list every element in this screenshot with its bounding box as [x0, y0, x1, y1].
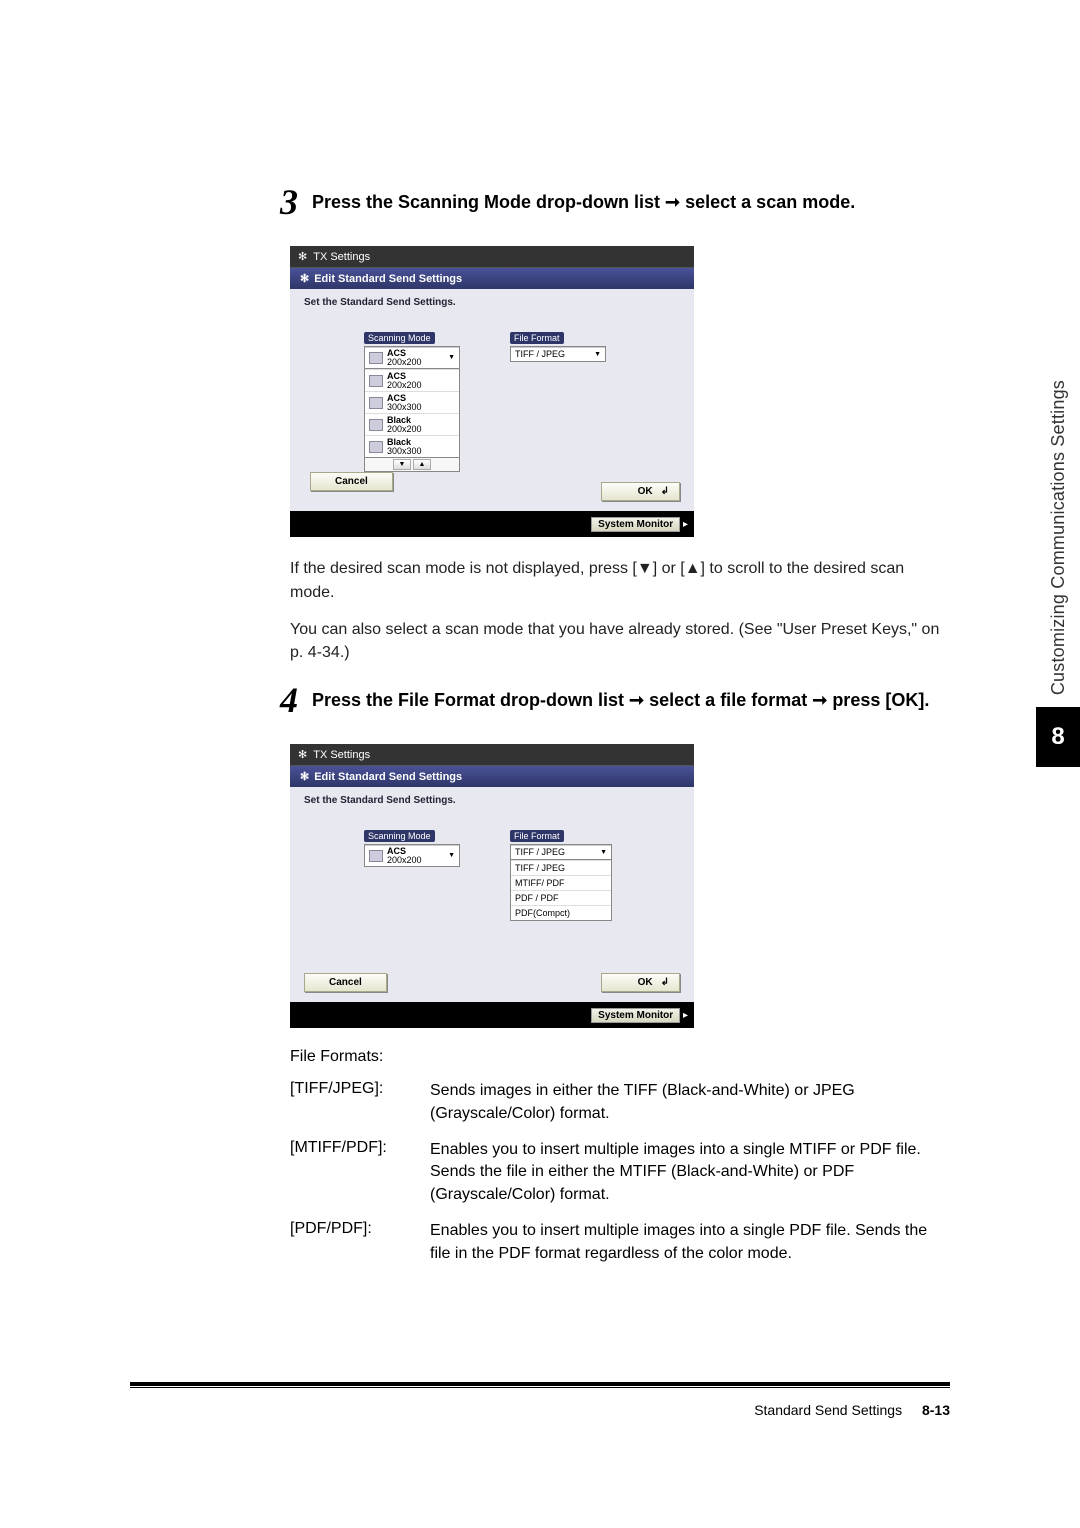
step4-text-c: press [OK]. [827, 690, 929, 710]
arrow-icon: ➞ [629, 690, 644, 710]
scanning-mode-dropdown[interactable]: Scanning Mode ACS200x200 ▼ ACS200x200 ACS… [364, 328, 460, 472]
window-title: TX Settings [313, 749, 370, 761]
system-monitor-button[interactable]: System Monitor [591, 1008, 680, 1023]
scan-selected: ACS200x200 [387, 847, 422, 864]
format-desc: Sends images in either the TIFF (Black-a… [430, 1080, 950, 1125]
page-footer: Standard Send Settings 8-13 [130, 1382, 950, 1418]
file-format-dropdown[interactable]: File Format TIFF / JPEG ▼ [510, 328, 606, 362]
cancel-button[interactable]: Cancel [310, 472, 393, 491]
step3-text-a: Press the Scanning Mode drop-down list [312, 192, 665, 212]
step3-note-2: You can also select a scan mode that you… [290, 618, 950, 664]
chevron-down-icon: ▼ [448, 852, 455, 859]
scanning-mode-label: Scanning Mode [364, 830, 435, 842]
scan-option[interactable]: ACS200x200 [365, 369, 459, 391]
scan-option[interactable]: ACS300x300 [365, 391, 459, 413]
step4-heading: Press the File Format drop-down list ➞ s… [312, 688, 929, 713]
scan-option[interactable]: Black200x200 [365, 413, 459, 435]
gear-icon: ✻ [300, 771, 309, 783]
footer-section: Standard Send Settings [754, 1402, 902, 1418]
scanning-mode-label: Scanning Mode [364, 332, 435, 344]
ok-button[interactable]: OK↲ [601, 482, 680, 501]
return-icon: ↲ [661, 486, 669, 497]
scroll-buttons[interactable]: ▼ ▲ [364, 458, 460, 472]
window-titlebar: ✻ TX Settings [290, 744, 694, 766]
return-icon: ↲ [661, 977, 669, 988]
scan-selected: ACS200x200 [387, 349, 422, 366]
step-number-4: 4 [280, 682, 298, 718]
chevron-down-icon[interactable]: ▼ [393, 459, 411, 470]
file-option[interactable]: PDF / PDF [511, 890, 611, 905]
chapter-label: Customizing Communications Settings [1048, 380, 1069, 695]
format-desc: Enables you to insert multiple images in… [430, 1139, 950, 1206]
file-selected: TIFF / JPEG [515, 349, 565, 359]
screenshot-file-format: ✻ TX Settings ✻Edit Standard Send Setting… [290, 744, 694, 1028]
chevron-up-icon[interactable]: ▲ [413, 459, 431, 470]
chapter-number: 8 [1036, 707, 1080, 767]
chapter-tab: Customizing Communications Settings 8 [1036, 380, 1080, 767]
file-format-label: File Format [510, 830, 564, 842]
window-titlebar: ✻ TX Settings [290, 246, 694, 268]
chevron-down-icon: ▼ [448, 354, 455, 361]
arrow-icon: ➞ [665, 192, 680, 212]
dialog-header: ✻Edit Standard Send Settings [290, 268, 694, 289]
format-label: [TIFF/JPEG]: [290, 1080, 430, 1125]
step3-heading: Press the Scanning Mode drop-down list ➞… [312, 190, 855, 215]
file-format-dropdown[interactable]: File Format TIFF / JPEG ▼ TIFF / JPEG MTI… [510, 826, 612, 921]
step4-text-b: select a file format [644, 690, 812, 710]
format-label: [PDF/PDF]: [290, 1220, 430, 1265]
file-formats-table: [TIFF/JPEG]: Sends images in either the … [290, 1080, 950, 1265]
format-desc: Enables you to insert multiple images in… [430, 1220, 950, 1265]
step-number-3: 3 [280, 184, 298, 220]
mode-thumb-icon [369, 419, 383, 431]
file-list[interactable]: TIFF / JPEG MTIFF/ PDF PDF / PDF PDF(Com… [510, 860, 612, 921]
arrow-icon: ➞ [812, 690, 827, 710]
file-selected: TIFF / JPEG [515, 847, 565, 857]
scan-list[interactable]: ACS200x200 ACS300x300 Black200x200 Black… [364, 369, 460, 458]
chevron-down-icon: ▼ [594, 351, 601, 358]
gear-icon: ✻ [300, 273, 309, 285]
scanning-mode-dropdown[interactable]: Scanning Mode ACS200x200 ▼ [364, 826, 460, 867]
mode-thumb-icon [369, 352, 383, 364]
dialog-instruction: Set the Standard Send Settings. [304, 297, 680, 308]
mode-thumb-icon [369, 441, 383, 453]
page-number: 8-13 [922, 1402, 950, 1418]
ok-button[interactable]: OK↲ [601, 973, 680, 992]
format-label: [MTIFF/PDF]: [290, 1139, 430, 1206]
mode-thumb-icon [369, 850, 383, 862]
dialog-instruction: Set the Standard Send Settings. [304, 795, 680, 806]
mode-thumb-icon [369, 397, 383, 409]
file-option[interactable]: PDF(Compct) [511, 905, 611, 920]
gear-icon: ✻ [298, 748, 307, 761]
scan-option[interactable]: Black300x300 [365, 435, 459, 457]
step3-note-1: If the desired scan mode is not displaye… [290, 557, 950, 603]
step3-text-b: select a scan mode. [680, 192, 855, 212]
file-format-label: File Format [510, 332, 564, 344]
chevron-down-icon: ▼ [600, 849, 607, 856]
gear-icon: ✻ [298, 250, 307, 263]
system-monitor-button[interactable]: System Monitor [591, 517, 680, 532]
dialog-header: ✻Edit Standard Send Settings [290, 766, 694, 787]
window-title: TX Settings [313, 251, 370, 263]
screenshot-scanning-mode: ✻ TX Settings ✻Edit Standard Send Setting… [290, 246, 694, 537]
step4-text-a: Press the File Format drop-down list [312, 690, 629, 710]
mode-thumb-icon [369, 375, 383, 387]
file-formats-heading: File Formats: [290, 1048, 950, 1066]
file-option[interactable]: TIFF / JPEG [511, 860, 611, 875]
file-option[interactable]: MTIFF/ PDF [511, 875, 611, 890]
cancel-button[interactable]: Cancel [304, 973, 387, 992]
